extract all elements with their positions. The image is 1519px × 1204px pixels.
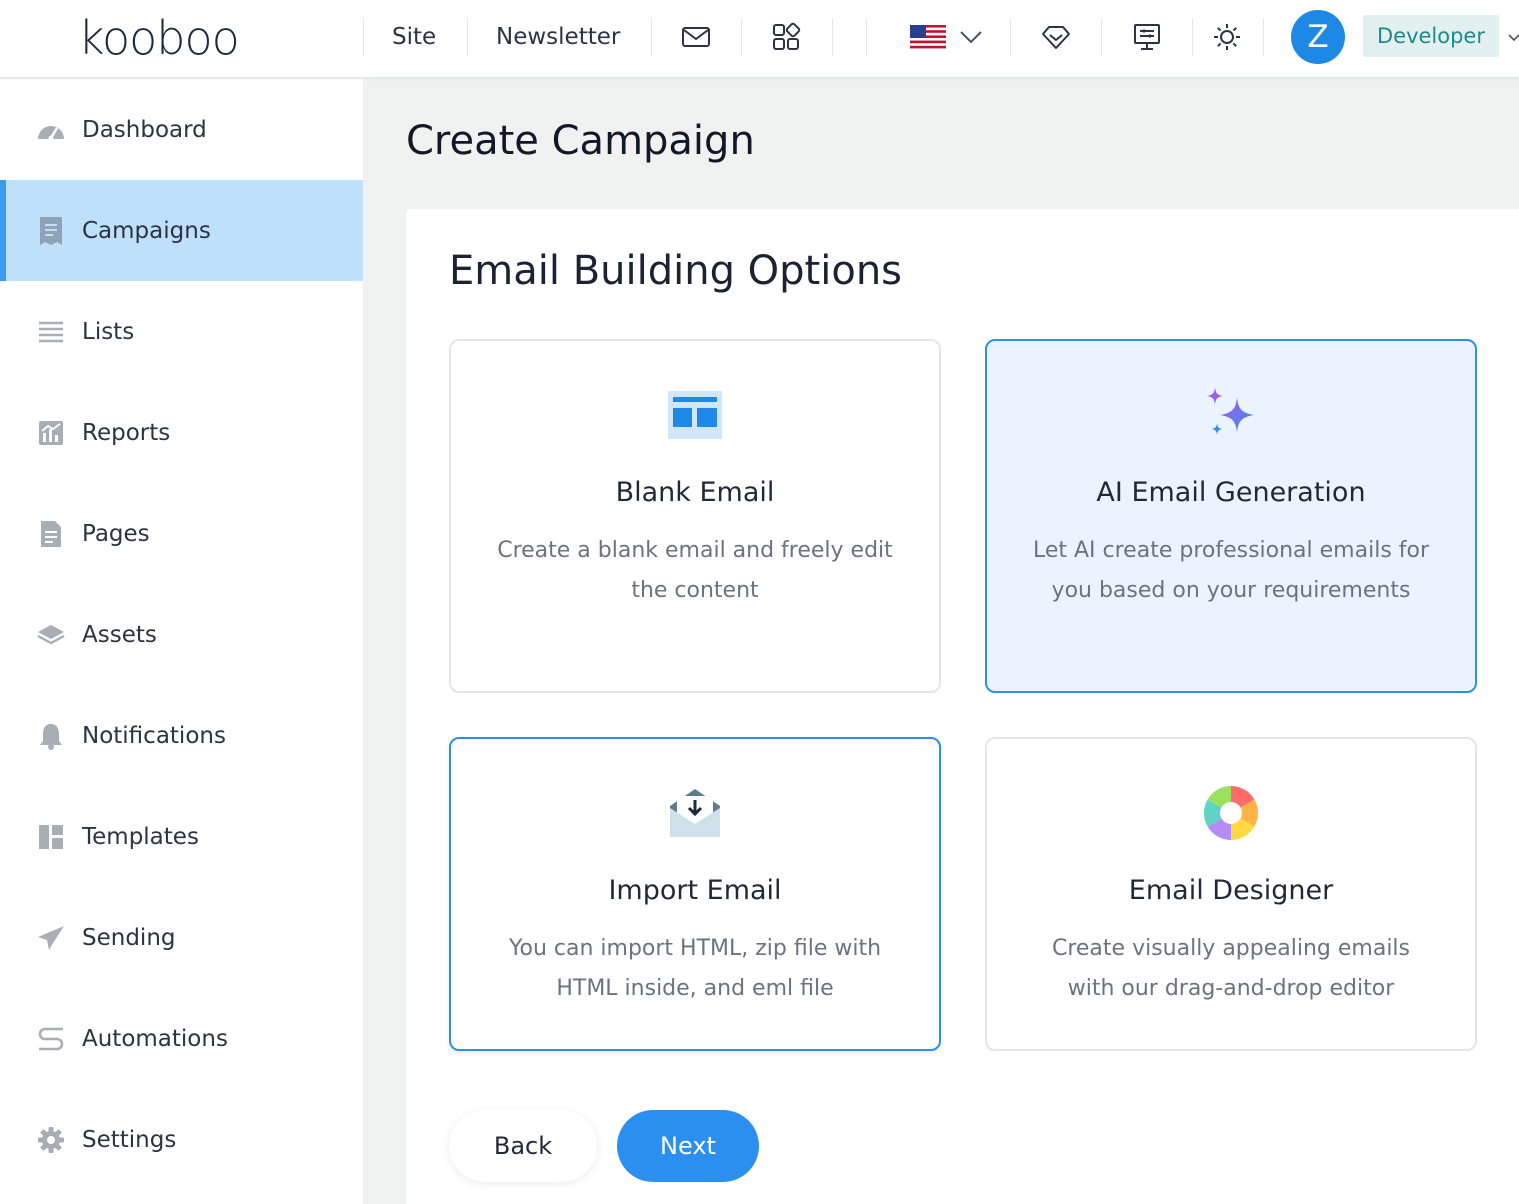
page-title: Create Campaign bbox=[406, 118, 755, 164]
divider bbox=[832, 18, 833, 56]
sidebar-item-label: Notifications bbox=[82, 722, 226, 749]
sidebar-item-notifications[interactable]: Notifications bbox=[0, 685, 363, 786]
sidebar-item-lists[interactable]: Lists bbox=[0, 281, 363, 382]
option-title: Email Designer bbox=[1128, 875, 1334, 906]
option-description: Create a blank email and freely edit the… bbox=[497, 538, 893, 603]
monitor-icon[interactable] bbox=[1130, 20, 1164, 54]
diamond-icon[interactable] bbox=[1039, 20, 1073, 54]
gear-icon bbox=[36, 1125, 66, 1155]
sidebar-item-templates[interactable]: Templates bbox=[0, 786, 363, 887]
divider bbox=[467, 18, 468, 56]
divider bbox=[363, 18, 364, 56]
speedometer-icon bbox=[36, 115, 66, 145]
apps-grid-icon[interactable] bbox=[769, 20, 803, 54]
layers-icon bbox=[36, 620, 66, 650]
top-bar: kooboo Site Newsletter Z Developer bbox=[0, 0, 1519, 78]
us-flag-icon[interactable] bbox=[908, 20, 948, 54]
divider bbox=[1263, 18, 1264, 56]
sparkles-icon bbox=[1201, 385, 1261, 445]
nav-link-site[interactable]: Site bbox=[392, 20, 436, 54]
kooboo-logo[interactable]: kooboo bbox=[78, 12, 240, 64]
sidebar: Dashboard Campaigns Lists Reports Pages … bbox=[0, 79, 363, 1204]
back-button[interactable]: Back bbox=[449, 1110, 597, 1182]
option-card-email-designer[interactable]: Email Designer Create visually appealing… bbox=[985, 737, 1477, 1051]
sidebar-item-pages[interactable]: Pages bbox=[0, 483, 363, 584]
sidebar-item-label: Dashboard bbox=[82, 116, 207, 143]
sidebar-item-label: Assets bbox=[82, 621, 157, 648]
sidebar-item-label: Settings bbox=[82, 1126, 177, 1153]
receipt-icon bbox=[36, 216, 66, 246]
sidebar-item-label: Reports bbox=[82, 419, 171, 446]
option-card-blank-email[interactable]: Blank Email Create a blank email and fre… bbox=[449, 339, 941, 693]
option-title: AI Email Generation bbox=[1096, 477, 1366, 508]
sidebar-item-settings[interactable]: Settings bbox=[0, 1089, 363, 1190]
color-wheel-icon bbox=[1201, 783, 1261, 843]
divider bbox=[1010, 18, 1011, 56]
mail-icon[interactable] bbox=[679, 20, 713, 54]
envelope-download-icon bbox=[665, 783, 725, 843]
option-description: Create visually appealing emails with ou… bbox=[1051, 936, 1411, 1001]
sidebar-item-sending[interactable]: Sending bbox=[0, 887, 363, 988]
sidebar-item-campaigns[interactable]: Campaigns bbox=[0, 180, 363, 281]
divider bbox=[1101, 18, 1102, 56]
nav-link-newsletter[interactable]: Newsletter bbox=[496, 20, 620, 54]
sun-icon[interactable] bbox=[1210, 20, 1244, 54]
sidebar-item-label: Lists bbox=[82, 318, 135, 345]
divider bbox=[866, 18, 867, 56]
sidebar-item-label: Templates bbox=[82, 823, 199, 850]
sidebar-item-label: Sending bbox=[82, 924, 176, 951]
option-title: Blank Email bbox=[615, 477, 775, 508]
section-title: Email Building Options bbox=[449, 248, 903, 294]
file-icon bbox=[36, 519, 66, 549]
sidebar-item-automations[interactable]: Automations bbox=[0, 988, 363, 1089]
option-card-import-email[interactable]: Import Email You can import HTML, zip fi… bbox=[449, 737, 941, 1051]
option-card-ai-email-generation[interactable]: AI Email Generation Let AI create profes… bbox=[985, 339, 1477, 693]
option-description: You can import HTML, zip file with HTML … bbox=[508, 936, 882, 1001]
chevron-down-icon[interactable] bbox=[1508, 28, 1519, 47]
next-button[interactable]: Next bbox=[617, 1110, 759, 1182]
paper-plane-icon bbox=[36, 923, 66, 953]
list-icon bbox=[36, 317, 66, 347]
sidebar-item-label: Campaigns bbox=[82, 217, 211, 244]
option-description: Let AI create professional emails for yo… bbox=[1032, 538, 1430, 603]
bar-chart-icon bbox=[36, 418, 66, 448]
user-avatar[interactable]: Z bbox=[1291, 10, 1345, 64]
sidebar-item-label: Pages bbox=[82, 520, 150, 547]
blank-layout-icon bbox=[665, 385, 725, 445]
chevron-down-icon[interactable] bbox=[954, 20, 988, 54]
flow-icon bbox=[36, 1024, 66, 1054]
sidebar-item-assets[interactable]: Assets bbox=[0, 584, 363, 685]
bell-icon bbox=[36, 721, 66, 751]
divider bbox=[1192, 18, 1193, 56]
role-badge[interactable]: Developer bbox=[1363, 15, 1499, 57]
divider bbox=[741, 18, 742, 56]
sidebar-item-reports[interactable]: Reports bbox=[0, 382, 363, 483]
option-title: Import Email bbox=[608, 875, 782, 906]
layout-icon bbox=[36, 822, 66, 852]
sidebar-item-label: Automations bbox=[82, 1025, 228, 1052]
sidebar-item-dashboard[interactable]: Dashboard bbox=[0, 79, 363, 180]
divider bbox=[651, 18, 652, 56]
